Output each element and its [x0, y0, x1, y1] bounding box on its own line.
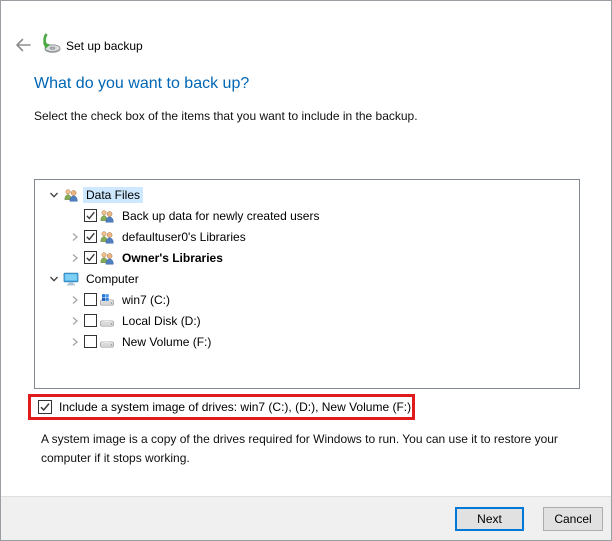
chevron-down-icon[interactable]	[45, 187, 63, 203]
tree-item-label[interactable]: Back up data for newly created users	[119, 208, 322, 224]
back-button[interactable]	[13, 35, 33, 55]
tree-checkbox[interactable]	[84, 251, 97, 264]
system-image-checkbox[interactable]	[38, 400, 52, 414]
tree-item-label[interactable]: Owner's Libraries	[119, 250, 226, 266]
footer-bar: Next Cancel	[1, 496, 611, 540]
tree-checkbox[interactable]	[84, 209, 97, 222]
tree-item[interactable]: Owner's Libraries	[35, 247, 579, 268]
tree-item[interactable]: defaultuser0's Libraries	[35, 226, 579, 247]
tree-item[interactable]: Local Disk (D:)	[35, 310, 579, 331]
page-title: Set up backup	[66, 39, 143, 53]
system-image-description: A system image is a copy of the drives r…	[41, 432, 558, 465]
tree-checkbox[interactable]	[84, 335, 97, 348]
tree-item-label[interactable]: Computer	[83, 271, 142, 287]
page-heading: What do you want to back up?	[34, 75, 250, 92]
drive-icon	[99, 313, 115, 329]
tree-item-label[interactable]: win7 (C:)	[119, 292, 173, 308]
tree-item[interactable]: Computer	[35, 268, 579, 289]
tree-item[interactable]: win7 (C:)	[35, 289, 579, 310]
tree-item-label[interactable]: Data Files	[83, 186, 144, 203]
tree-item-label[interactable]: defaultuser0's Libraries	[119, 229, 249, 245]
tree-item[interactable]: New Volume (F:)	[35, 331, 579, 352]
system-image-label[interactable]: Include a system image of drives: win7 (…	[59, 400, 411, 414]
tree-checkbox[interactable]	[84, 230, 97, 243]
backup-disc-green-arrow-icon	[40, 33, 62, 55]
drive-icon	[99, 334, 115, 350]
back-arrow-icon	[16, 38, 31, 52]
tree-item[interactable]: Data Files	[35, 184, 579, 205]
chevron-right-icon[interactable]	[66, 334, 84, 350]
tree-checkbox[interactable]	[84, 314, 97, 327]
chevron-right-icon[interactable]	[66, 250, 84, 266]
tree-checkbox[interactable]	[84, 293, 97, 306]
computer-icon	[63, 271, 79, 287]
tree-item-label[interactable]: New Volume (F:)	[119, 334, 214, 350]
setup-backup-dialog: Set up backup What do you want to back u…	[0, 0, 612, 541]
instruction-text: Select the check box of the items that y…	[34, 109, 418, 123]
users-icon	[99, 250, 115, 266]
tree-item-label[interactable]: Local Disk (D:)	[119, 313, 204, 329]
chevron-right-icon[interactable]	[66, 229, 84, 245]
chevron-right-icon[interactable]	[66, 313, 84, 329]
checkmark-icon	[40, 403, 50, 412]
drive-windows-icon	[99, 292, 115, 308]
users-icon	[99, 208, 115, 224]
cancel-button[interactable]: Cancel	[543, 507, 603, 531]
chevron-right-icon[interactable]	[66, 292, 84, 308]
users-icon	[63, 187, 79, 203]
tree-item[interactable]: Back up data for newly created users	[35, 205, 579, 226]
system-image-row[interactable]: Include a system image of drives: win7 (…	[38, 397, 411, 417]
chevron-down-icon[interactable]	[45, 271, 63, 287]
users-icon	[99, 229, 115, 245]
next-button[interactable]: Next	[455, 507, 524, 531]
backup-tree[interactable]: Data Files Back up data for newly created…	[34, 179, 580, 389]
